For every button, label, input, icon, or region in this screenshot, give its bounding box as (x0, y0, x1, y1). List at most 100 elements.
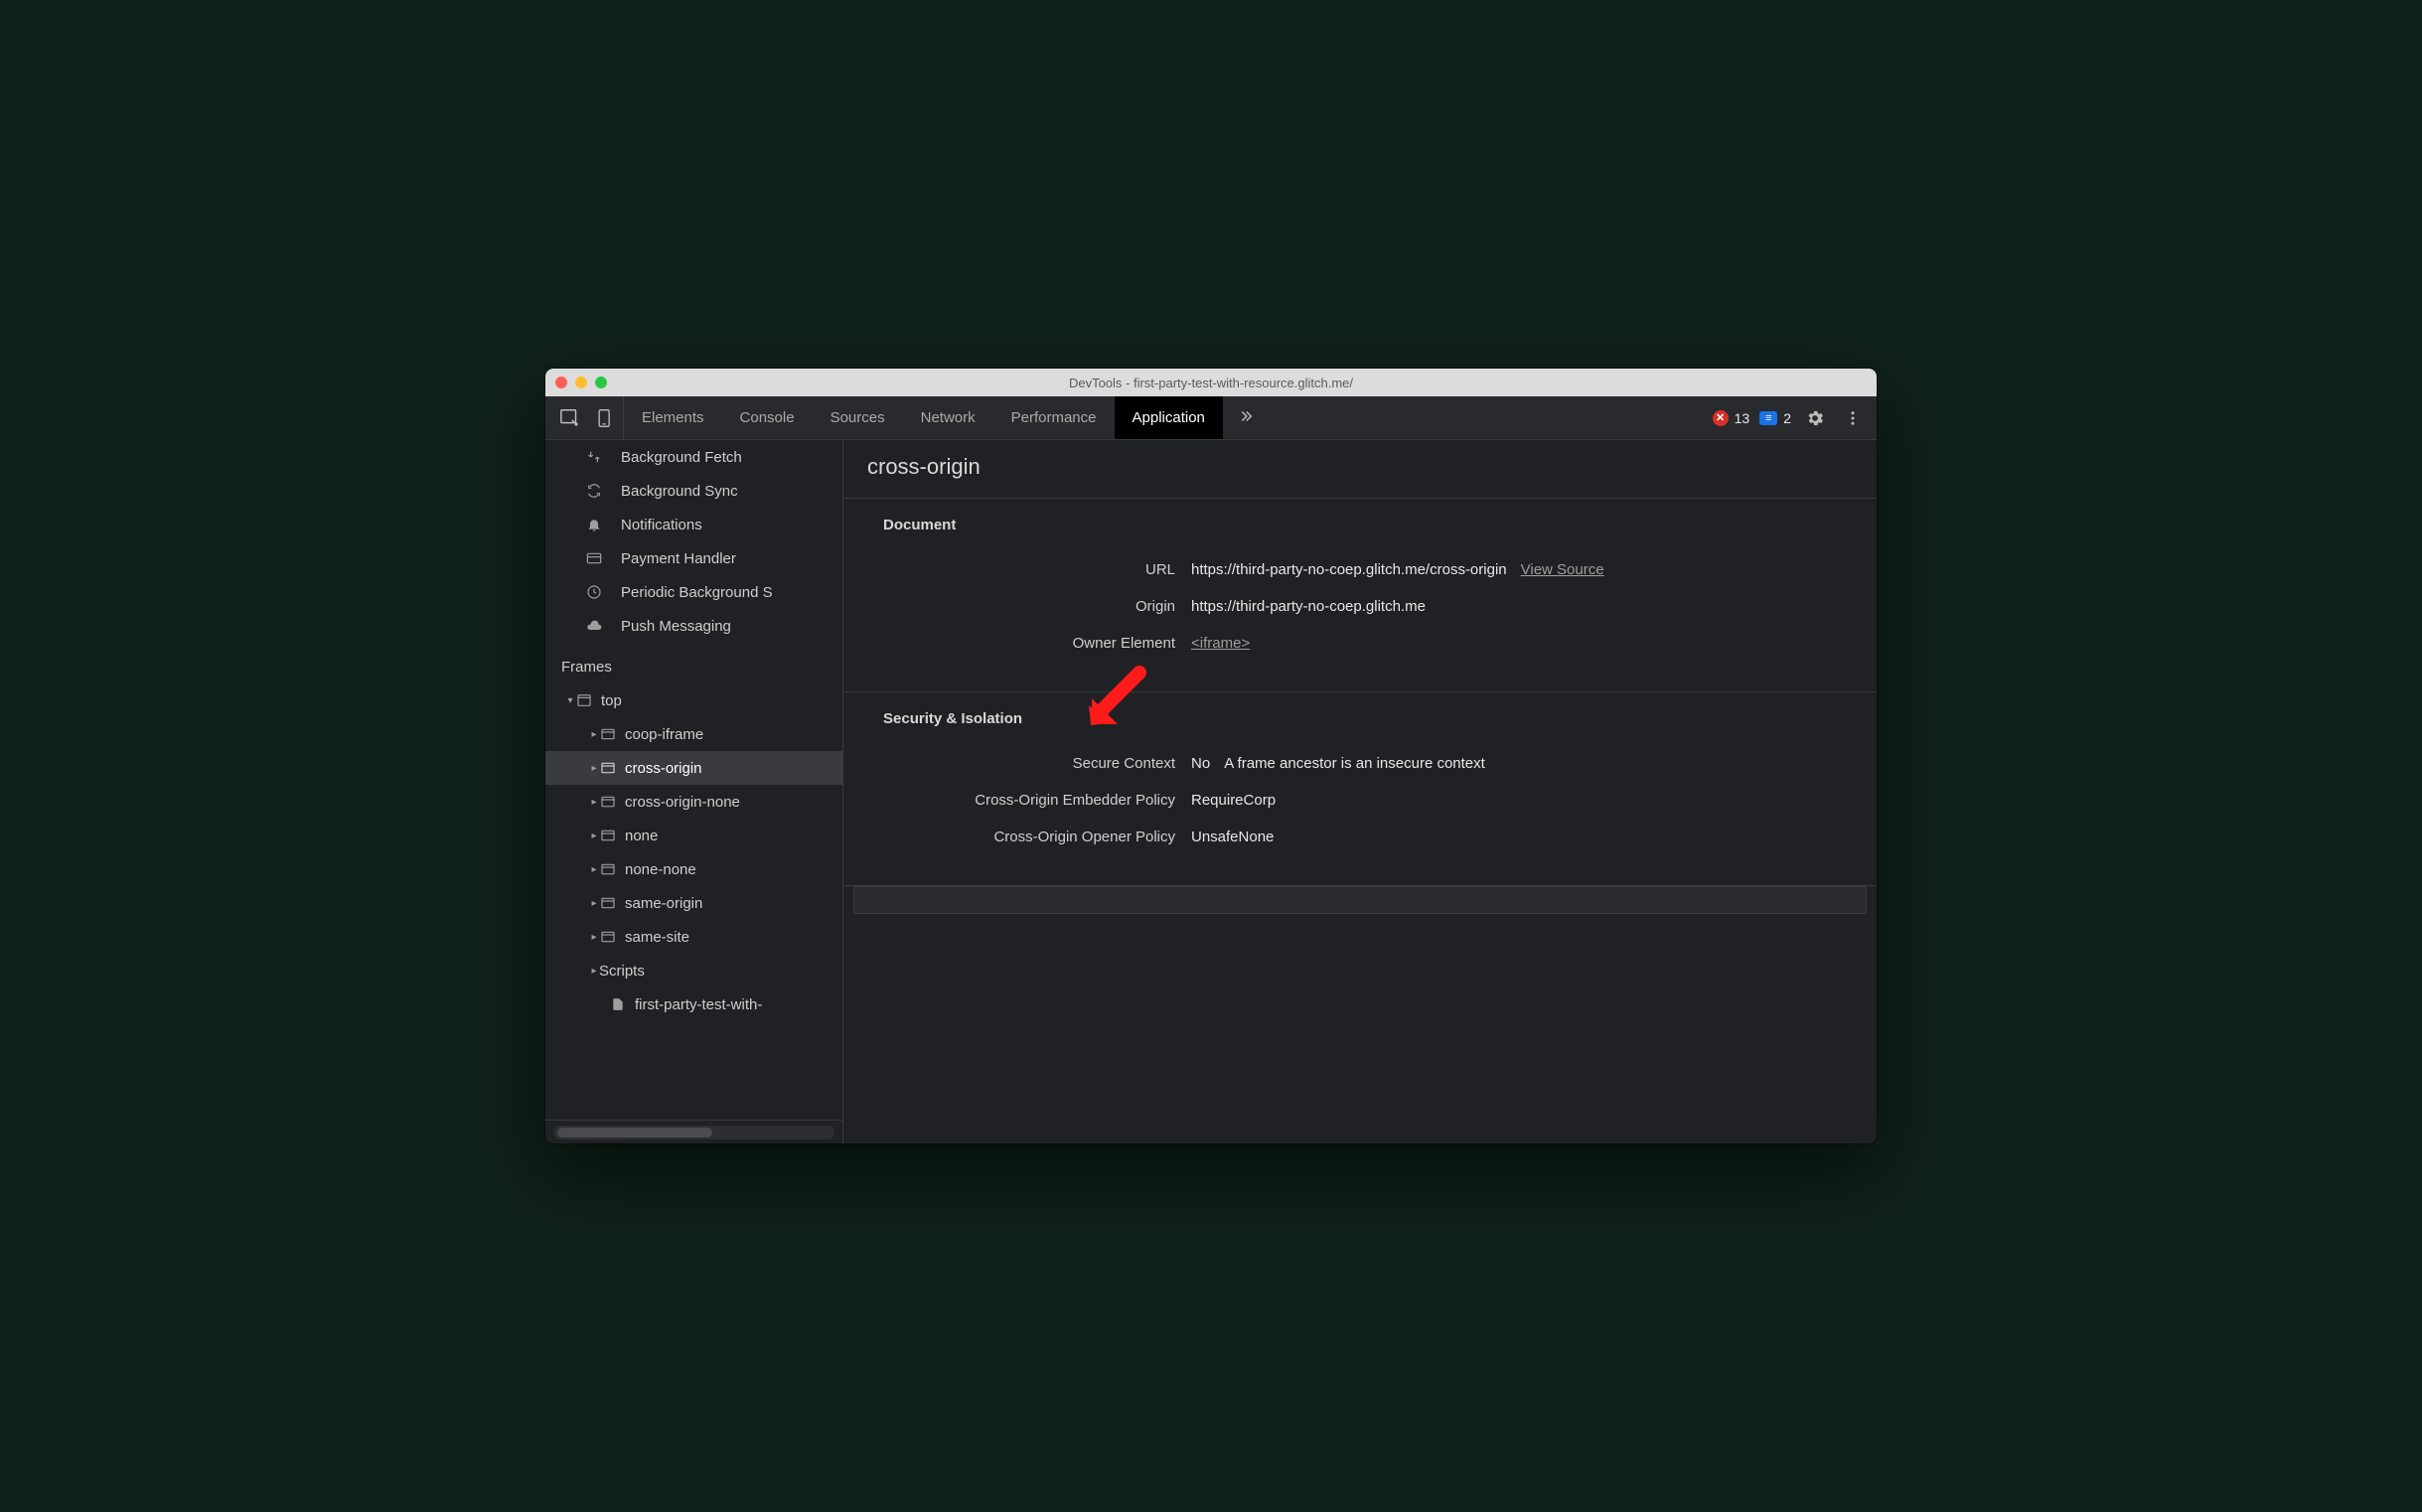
cloud-icon (585, 617, 603, 635)
tab-sources[interactable]: Sources (813, 396, 903, 439)
document-section: Document URL https://third-party-no-coep… (843, 499, 1877, 692)
coep-value: RequireCorp (1191, 792, 1276, 809)
frame-label: same-site (625, 929, 689, 946)
window-title: DevTools - first-party-test-with-resourc… (545, 376, 1877, 390)
frame-label: none-none (625, 861, 696, 878)
frame-tree-item-none-none[interactable]: none-none (545, 852, 842, 886)
panel-footer-bar (853, 886, 1867, 914)
frame-tree-item-coop-iframe[interactable]: coop-iframe (545, 717, 842, 751)
frame-details-panel: cross-origin Document URL https://third-… (843, 440, 1877, 1143)
messages-badge[interactable]: ≡ 2 (1759, 410, 1791, 426)
disclosure-triangle-icon (589, 932, 599, 943)
application-sidebar: Background Fetch Background Sync Notific… (545, 440, 843, 1143)
frame-icon (599, 759, 617, 777)
disclosure-triangle-icon (589, 966, 599, 977)
panel-tabs: Elements Console Sources Network Perform… (624, 396, 1703, 439)
background-services-list: Background Fetch Background Sync Notific… (545, 440, 842, 643)
owner-element-link[interactable]: <iframe> (1191, 635, 1250, 652)
url-value: https://third-party-no-coep.glitch.me/cr… (1191, 561, 1507, 578)
frame-label: cross-origin-none (625, 794, 740, 811)
sidebar-item-periodic-background-sync[interactable]: Periodic Background S (545, 575, 842, 609)
security-isolation-section: Security & Isolation Secure Context No A… (843, 692, 1877, 886)
sidebar-item-notifications[interactable]: Notifications (545, 508, 842, 541)
coop-value: UnsafeNone (1191, 829, 1274, 845)
frame-icon (599, 827, 617, 844)
frame-tree-item-same-origin[interactable]: same-origin (545, 886, 842, 920)
devtools-window: DevTools - first-party-test-with-resourc… (545, 369, 1877, 1143)
disclosure-triangle-icon (589, 797, 599, 808)
more-menu-button[interactable] (1839, 404, 1867, 432)
errors-badge[interactable]: ✕ 13 (1713, 410, 1750, 426)
tab-network[interactable]: Network (903, 396, 993, 439)
sidebar-item-payment-handler[interactable]: Payment Handler (545, 541, 842, 575)
errors-count: 13 (1735, 410, 1750, 426)
tab-console[interactable]: Console (722, 396, 813, 439)
device-toolbar-icon[interactable] (595, 407, 615, 429)
frame-label: cross-origin (625, 760, 702, 777)
sidebar-item-background-sync[interactable]: Background Sync (545, 474, 842, 508)
frame-tree-item-cross-origin-none[interactable]: cross-origin-none (545, 785, 842, 819)
message-dot-icon: ≡ (1759, 411, 1777, 425)
frame-tree-item-same-site[interactable]: same-site (545, 920, 842, 954)
frame-tree-item-cross-origin[interactable]: cross-origin (545, 751, 842, 785)
frame-tree-item-scripts[interactable]: Scripts (545, 954, 842, 987)
sidebar-item-label: Payment Handler (621, 550, 736, 567)
tab-overflow[interactable] (1223, 396, 1269, 439)
section-heading: Security & Isolation (843, 710, 1877, 745)
disclosure-triangle-icon (589, 763, 599, 774)
disclosure-triangle-icon (589, 864, 599, 875)
secure-context-note: A frame ancestor is an insecure context (1224, 755, 1485, 772)
secure-context-value: No (1191, 755, 1210, 772)
origin-label: Origin (867, 598, 1175, 615)
coop-label: Cross-Origin Opener Policy (867, 829, 1175, 845)
frame-label: coop-iframe (625, 726, 703, 743)
frames-tree: top coop-iframe cross-origin (545, 683, 842, 1021)
section-heading: Document (843, 517, 1877, 551)
toolbar: Elements Console Sources Network Perform… (545, 396, 1877, 440)
owner-element-label: Owner Element (867, 635, 1175, 652)
inspect-element-icon[interactable] (559, 407, 581, 429)
frame-icon (599, 725, 617, 743)
frame-tree-root[interactable]: top (545, 683, 842, 717)
frame-label: top (601, 692, 622, 709)
card-icon (585, 549, 603, 567)
clock-icon (585, 583, 603, 601)
panel-title: cross-origin (843, 440, 1877, 499)
sidebar-item-label: Periodic Background S (621, 584, 773, 601)
frame-icon (599, 928, 617, 946)
sidebar-item-background-fetch[interactable]: Background Fetch (545, 440, 842, 474)
frame-label: Scripts (599, 963, 645, 980)
coep-label: Cross-Origin Embedder Policy (867, 792, 1175, 809)
sidebar-item-label: Notifications (621, 517, 702, 533)
sidebar-item-label: Background Fetch (621, 449, 742, 466)
frame-label: none (625, 828, 658, 844)
frame-icon (599, 860, 617, 878)
disclosure-triangle-icon (565, 695, 575, 706)
disclosure-triangle-icon (589, 729, 599, 740)
frames-heading: Frames (545, 643, 842, 683)
tab-elements[interactable]: Elements (624, 396, 722, 439)
frame-label: same-origin (625, 895, 702, 912)
url-label: URL (867, 561, 1175, 578)
sidebar-horizontal-scrollbar[interactable] (545, 1120, 842, 1143)
origin-value: https://third-party-no-coep.glitch.me (1191, 598, 1426, 615)
secure-context-label: Secure Context (867, 755, 1175, 772)
bg-fetch-icon (585, 448, 603, 466)
frame-label: first-party-test-with- (635, 996, 762, 1013)
settings-button[interactable] (1801, 404, 1829, 432)
file-icon (609, 995, 627, 1013)
frame-icon (599, 793, 617, 811)
bell-icon (585, 516, 603, 533)
tab-performance[interactable]: Performance (993, 396, 1115, 439)
sidebar-item-push-messaging[interactable]: Push Messaging (545, 609, 842, 643)
bg-sync-icon (585, 482, 603, 500)
sidebar-item-label: Background Sync (621, 483, 738, 500)
frame-tree-leaf-script[interactable]: first-party-test-with- (545, 987, 842, 1021)
disclosure-triangle-icon (589, 898, 599, 909)
view-source-link[interactable]: View Source (1521, 561, 1604, 578)
frame-tree-item-none[interactable]: none (545, 819, 842, 852)
error-dot-icon: ✕ (1713, 410, 1729, 426)
frame-icon (599, 894, 617, 912)
titlebar: DevTools - first-party-test-with-resourc… (545, 369, 1877, 396)
tab-application[interactable]: Application (1115, 396, 1223, 439)
